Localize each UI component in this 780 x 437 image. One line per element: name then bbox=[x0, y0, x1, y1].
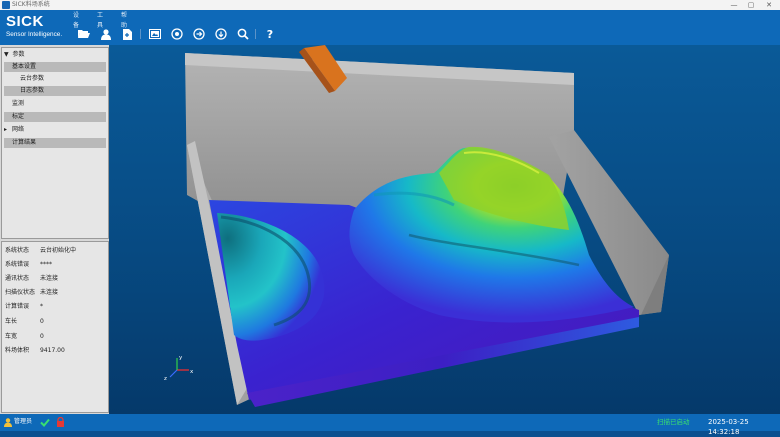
stockpile-volume-label: 料场体积 bbox=[5, 347, 30, 354]
stockpile-volume-value: 9417.00 bbox=[40, 347, 65, 354]
tree-item-label: 计算结果 bbox=[12, 139, 37, 146]
vehicle-length-value: 0 bbox=[40, 318, 44, 325]
point-cloud-render[interactable]: x y z bbox=[109, 45, 780, 414]
tree-item-calibration[interactable]: 标定 bbox=[4, 112, 106, 122]
tree-item-basic-settings[interactable]: 基本设置 bbox=[4, 62, 106, 72]
tree-item-params[interactable]: ▼ 参数 bbox=[4, 50, 106, 60]
vehicle-width-label: 车宽 bbox=[5, 333, 18, 340]
tree-item-label: 标定 bbox=[12, 113, 25, 120]
tree-item-label: 基本设置 bbox=[12, 63, 37, 70]
calc-error-label: 计算错误 bbox=[5, 303, 30, 310]
image-view-icon[interactable] bbox=[148, 27, 162, 41]
system-status-label: 系统状态 bbox=[5, 247, 30, 254]
system-status-value: 云台初始化中 bbox=[40, 247, 77, 254]
tree-item-network[interactable]: ▸ 网络 bbox=[4, 125, 106, 135]
parameter-tree: ▼ 参数 基本设置 云台参数 日志参数 监测 标定 ▸ 网络 计算结果 bbox=[1, 47, 109, 239]
expand-arrow-icon[interactable]: ▼ bbox=[4, 51, 9, 58]
axis-z-label: z bbox=[164, 376, 167, 382]
tree-item-ptz-params[interactable]: 云台参数 bbox=[4, 74, 106, 84]
minimize-button[interactable]: — bbox=[727, 0, 741, 10]
maximize-button[interactable]: ▢ bbox=[744, 0, 758, 10]
comm-status-value: 未连接 bbox=[40, 275, 59, 282]
calc-error-value: * bbox=[40, 303, 43, 310]
tree-item-label: 网络 bbox=[11, 126, 24, 133]
status-info-panel: 系统状态 云台初始化中 系统错误 **** 通讯状态 未连接 扫描仪状态 未连接… bbox=[1, 241, 109, 413]
folder-open-icon[interactable] bbox=[77, 27, 91, 41]
sick-logo: SICK Sensor Intelligence. bbox=[0, 10, 68, 45]
arrow-right-circle-icon[interactable] bbox=[192, 27, 206, 41]
scanner-status-value: 未连接 bbox=[40, 289, 59, 296]
axis-gizmo: x y z bbox=[164, 355, 194, 382]
comm-status-label: 通讯状态 bbox=[5, 275, 30, 282]
vehicle-length-label: 车长 bbox=[5, 318, 18, 325]
status-bar: 管理员 扫描已启动 2025-03-25 14:32:18 bbox=[0, 414, 780, 436]
3d-viewport[interactable]: x y z bbox=[109, 45, 780, 414]
user-icon[interactable] bbox=[99, 27, 113, 41]
tree-item-label: 日志参数 bbox=[20, 87, 45, 94]
user-icon bbox=[4, 418, 12, 427]
scanner-status-label: 扫描仪状态 bbox=[5, 289, 36, 296]
window-title: SICK料场系统 bbox=[12, 1, 50, 8]
arrow-down-circle-icon[interactable] bbox=[214, 27, 228, 41]
lock-icon[interactable] bbox=[56, 417, 65, 427]
expand-arrow-icon[interactable]: ▸ bbox=[4, 126, 7, 133]
axis-x-label: x bbox=[190, 369, 194, 375]
check-icon bbox=[40, 418, 50, 427]
tree-item-log-params[interactable]: 日志参数 bbox=[4, 86, 106, 96]
tree-item-monitor[interactable]: 监测 bbox=[4, 99, 106, 109]
scan-status: 扫描已启动 bbox=[657, 418, 690, 426]
tree-item-label: 监测 bbox=[12, 100, 25, 107]
vehicle-width-value: 0 bbox=[40, 333, 44, 340]
system-error-label: 系统错误 bbox=[5, 261, 30, 268]
user-role-label: 管理员 bbox=[14, 418, 33, 425]
tree-item-results[interactable]: 计算结果 bbox=[4, 138, 106, 148]
target-icon[interactable] bbox=[170, 27, 184, 41]
brand-tagline: Sensor Intelligence. bbox=[6, 31, 63, 38]
app-header: SICK Sensor Intelligence. 设备 工具 帮助 ? bbox=[0, 10, 780, 45]
zoom-icon[interactable] bbox=[236, 27, 250, 41]
help-icon[interactable]: ? bbox=[263, 27, 277, 41]
toolbar-separator bbox=[140, 29, 141, 39]
toolbar-separator bbox=[255, 29, 256, 39]
tree-item-label: 云台参数 bbox=[20, 75, 45, 82]
app-icon bbox=[2, 1, 10, 9]
close-button[interactable]: ✕ bbox=[762, 0, 776, 10]
system-error-value: **** bbox=[40, 261, 52, 268]
axis-y-label: y bbox=[179, 355, 183, 361]
export-icon[interactable] bbox=[120, 27, 134, 41]
tree-item-label: 参数 bbox=[12, 51, 25, 58]
left-panel: ▼ 参数 基本设置 云台参数 日志参数 监测 标定 ▸ 网络 计算结果 系统状态… bbox=[0, 45, 109, 414]
clock: 2025-03-25 14:32:18 bbox=[708, 418, 749, 436]
brand-name: SICK bbox=[6, 13, 44, 30]
